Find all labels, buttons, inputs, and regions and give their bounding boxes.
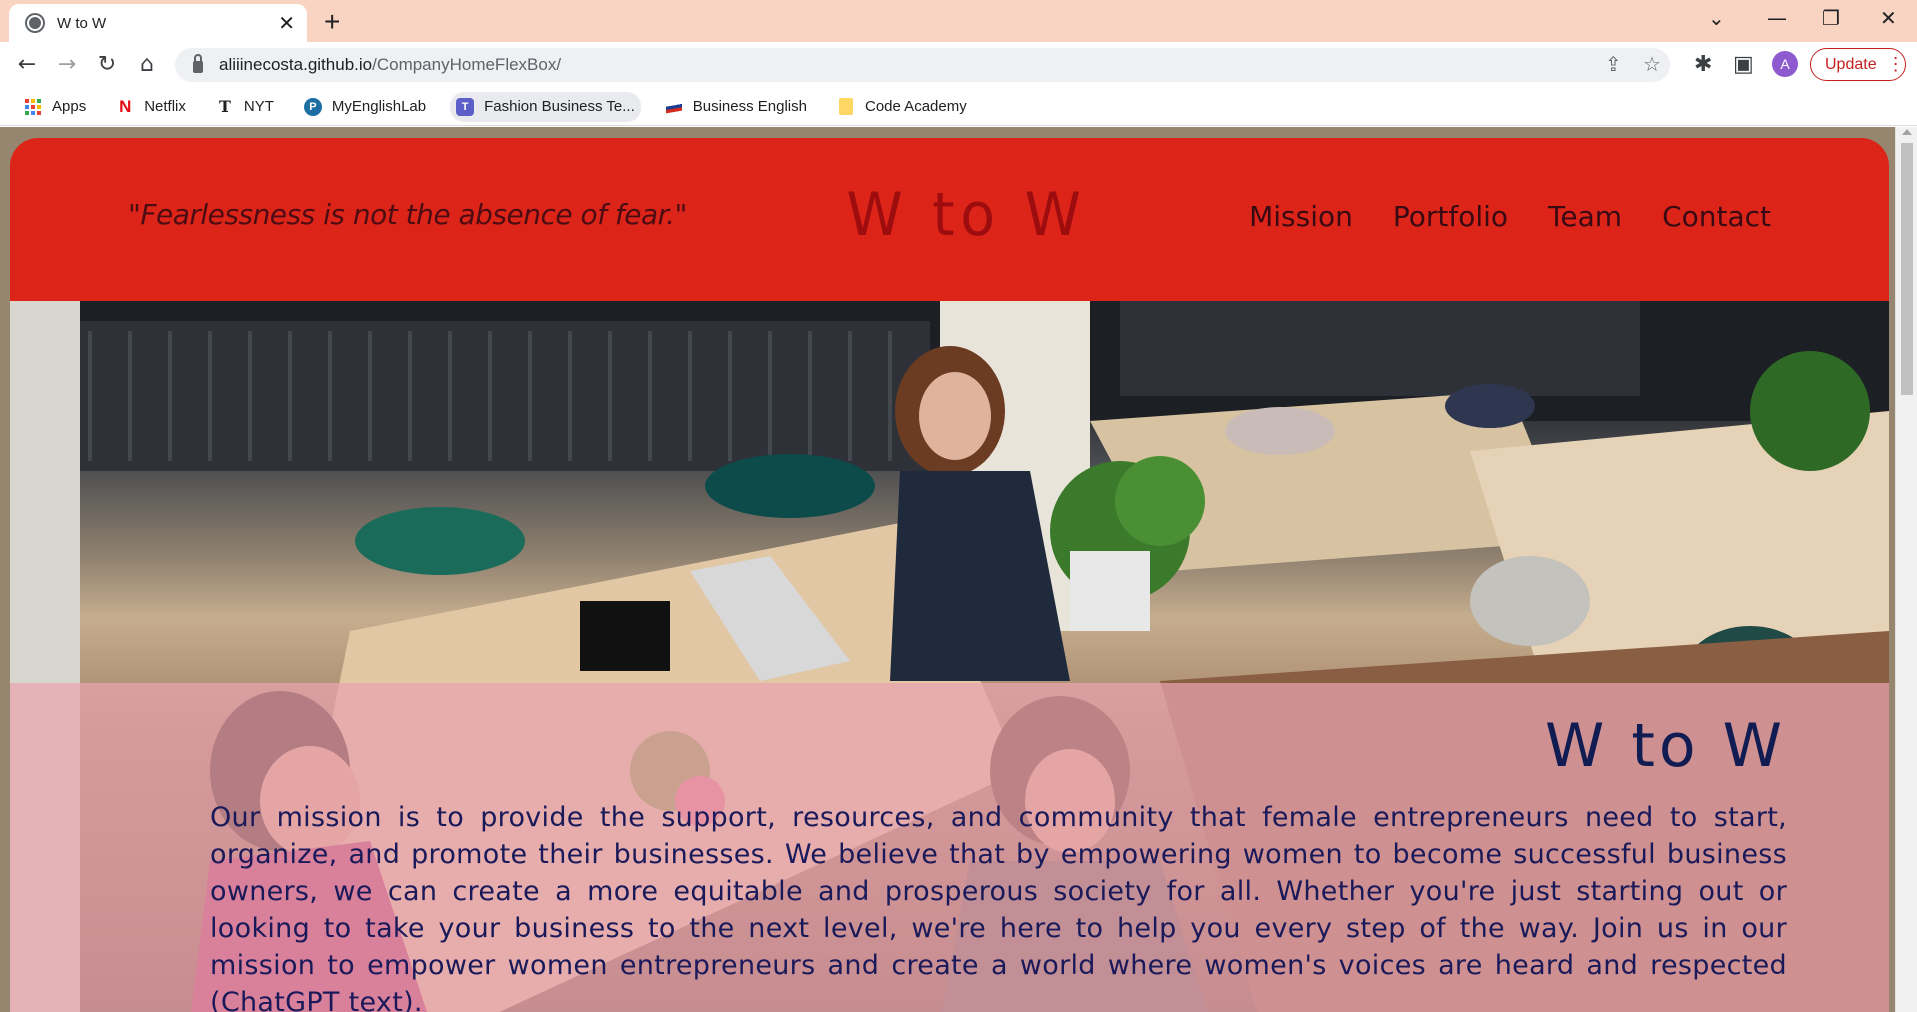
tab-search-chevron-icon[interactable]: ⌄ (1708, 6, 1725, 30)
bookmark-apps[interactable]: Apps (18, 92, 92, 122)
more-menu-icon: ⋮ (1886, 54, 1905, 74)
globe-icon (25, 13, 45, 33)
folder-icon (837, 98, 855, 116)
reload-icon[interactable]: ↻ (92, 50, 122, 80)
bookmarks-bar: Apps N Netflix T NYT P MyEnglishLab T Fa… (0, 88, 1917, 126)
myenglishlab-icon: P (303, 97, 322, 116)
page-viewport: "Fearlessness is not the absence of fear… (0, 127, 1917, 1012)
mission-section: W to W Our mission is to provide the sup… (10, 683, 1889, 1012)
back-icon[interactable]: ← (12, 50, 42, 80)
restore-icon[interactable]: ❐ (1822, 6, 1840, 30)
new-tab-button[interactable]: + (324, 8, 340, 36)
side-panel-icon[interactable]: ▣ (1733, 52, 1754, 77)
close-tab-icon[interactable]: ✕ (278, 13, 295, 33)
mission-text: Our mission is to provide the support, r… (210, 802, 1787, 1012)
bookmark-star-icon[interactable]: ☆ (1643, 52, 1661, 76)
flag-icon (665, 98, 683, 116)
site-logo[interactable]: W to W (846, 180, 1086, 250)
browser-tab[interactable]: W to W ✕ (9, 4, 307, 42)
netflix-icon: N (119, 96, 132, 116)
bookmark-netflix[interactable]: N Netflix (110, 92, 192, 122)
profile-avatar[interactable]: A (1772, 51, 1798, 77)
nav-portfolio[interactable]: Portfolio (1393, 200, 1508, 233)
main-nav: Mission Portfolio Team Contact (1249, 200, 1771, 233)
url-path: /CompanyHomeFlexBox/ (372, 55, 562, 74)
teams-icon: T (456, 97, 475, 116)
apps-grid-icon (24, 98, 42, 116)
bookmark-myenglishlab[interactable]: P MyEnglishLab (298, 92, 432, 122)
website: "Fearlessness is not the absence of fear… (10, 138, 1889, 1012)
bookmark-code-academy[interactable]: Code Academy (831, 92, 973, 122)
update-label: Update (1825, 55, 1877, 73)
mission-title: W to W (1544, 711, 1786, 781)
share-icon[interactable]: ⇪ (1605, 52, 1622, 76)
home-icon[interactable]: ⌂ (132, 50, 162, 80)
url-text: aliiinecosta.github.io/CompanyHomeFlexBo… (219, 55, 561, 75)
close-window-icon[interactable]: ✕ (1880, 6, 1897, 30)
scrollbar-thumb[interactable] (1901, 143, 1913, 395)
tab-title: W to W (57, 14, 107, 32)
scroll-up-arrow-icon[interactable] (1902, 129, 1912, 135)
nav-contact[interactable]: Contact (1662, 200, 1771, 233)
lock-icon (193, 54, 203, 73)
update-button[interactable]: Update ⋮ (1810, 48, 1906, 81)
nyt-icon: T (218, 97, 231, 116)
page-scrollbar[interactable] (1895, 127, 1917, 1012)
browser-tab-strip: W to W ✕ + ⌄ — ❐ ✕ (0, 0, 1917, 42)
address-bar[interactable]: aliiinecosta.github.io/CompanyHomeFlexBo… (175, 48, 1670, 82)
bookmark-label: MyEnglishLab (331, 98, 427, 115)
forward-icon[interactable]: → (52, 50, 82, 80)
bookmark-nyt[interactable]: T NYT (210, 92, 280, 122)
bookmark-label: Business English (692, 98, 807, 115)
bookmark-label: NYT (243, 98, 274, 115)
extensions-icon[interactable]: ✱ (1694, 52, 1712, 77)
site-header: "Fearlessness is not the absence of fear… (10, 138, 1889, 301)
bookmark-business-english[interactable]: Business English (659, 92, 813, 122)
hero-image: W to W Our mission is to provide the sup… (10, 301, 1889, 1012)
header-quote: "Fearlessness is not the absence of fear… (128, 198, 687, 231)
bookmark-label: Apps (52, 98, 87, 115)
bookmark-label: Netflix (144, 98, 186, 115)
minimize-icon[interactable]: — (1767, 6, 1787, 30)
browser-toolbar: ← → ↻ ⌂ aliiinecosta.github.io/CompanyHo… (0, 42, 1917, 88)
nav-team[interactable]: Team (1548, 200, 1622, 233)
bookmark-label: Code Academy (864, 98, 967, 115)
bookmark-label: Fashion Business Te... (484, 98, 635, 115)
url-host: aliiinecosta.github.io (219, 55, 373, 74)
bookmark-fashion-business[interactable]: T Fashion Business Te... (450, 91, 641, 122)
nav-mission[interactable]: Mission (1249, 200, 1353, 233)
